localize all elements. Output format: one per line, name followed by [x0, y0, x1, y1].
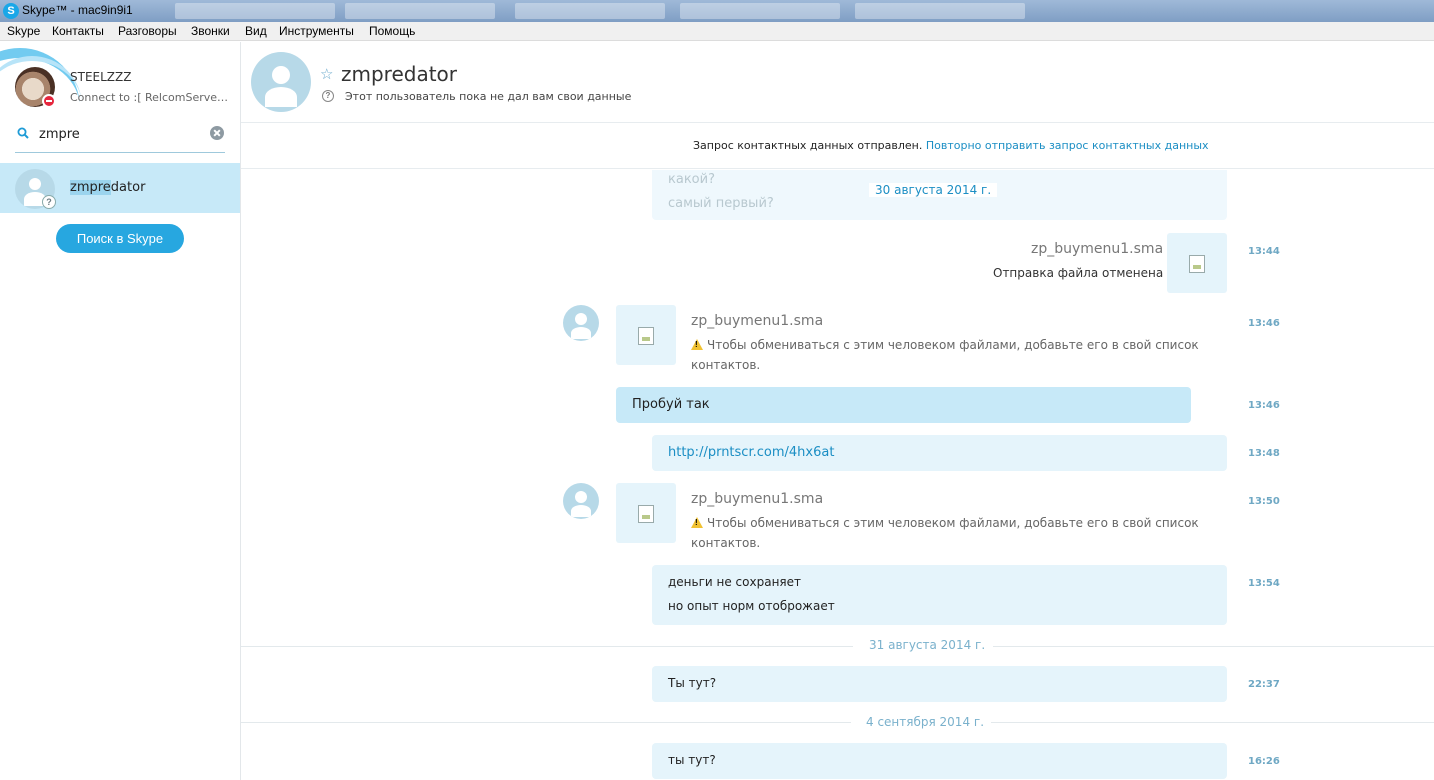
- message-bubble[interactable]: [652, 666, 1227, 702]
- date-divider-line: [241, 646, 853, 647]
- conversation-header: ☆ zmpredator ? Этот пользователь пока не…: [241, 42, 1434, 123]
- menu-tools[interactable]: Инструменты: [279, 24, 354, 38]
- contact-request-bar: Запрос контактных данных отправлен. Повт…: [241, 124, 1434, 169]
- menu-view[interactable]: Вид: [245, 24, 267, 38]
- chat-history: какой? самый первый? 30 августа 2014 г. …: [241, 170, 1434, 780]
- sender-avatar[interactable]: [563, 483, 599, 519]
- clear-search-icon[interactable]: [210, 126, 224, 140]
- request-sent-text: Запрос контактных данных отправлен.: [693, 139, 923, 152]
- date-divider-line: [993, 646, 1434, 647]
- date-divider-line: [991, 722, 1434, 723]
- file-status: Отправка файла отменена: [993, 266, 1164, 280]
- file-warning-note: Чтобы обмениваться с этим человеком файл…: [691, 335, 1211, 375]
- message-time: 13:48: [1248, 448, 1280, 459]
- taskbar-strip: [175, 3, 1434, 19]
- file-doc-icon: [1189, 255, 1205, 273]
- contact-subtitle: Этот пользователь пока не дал вам свои д…: [345, 90, 632, 103]
- warning-icon: [691, 517, 703, 528]
- search-icon: [17, 127, 29, 139]
- search-box: [15, 122, 225, 153]
- window-title-bar: S Skype™ - mac9in9i1: [0, 0, 1434, 22]
- sender-avatar[interactable]: [563, 305, 599, 341]
- menu-calls[interactable]: Звонки: [191, 24, 230, 38]
- message-text-line-1: деньги не сохраняет: [668, 575, 802, 589]
- favorite-star-icon[interactable]: ☆: [320, 65, 333, 83]
- skype-logo-icon: S: [3, 3, 19, 19]
- my-name[interactable]: STEELZZZ: [70, 70, 131, 84]
- message-time: 16:26: [1248, 756, 1280, 767]
- menu-skype[interactable]: Skype: [7, 24, 40, 38]
- message-time: 13:50: [1248, 496, 1280, 507]
- contact-name[interactable]: zmpredator: [341, 62, 457, 86]
- faded-message-1: какой?: [668, 172, 715, 187]
- file-doc-icon: [638, 327, 654, 345]
- unknown-status-icon: ?: [42, 195, 56, 209]
- my-mood-message[interactable]: Connect to :[ RelcomServers.com ]: [70, 91, 230, 104]
- file-name: zp_buymenu1.sma: [691, 491, 824, 507]
- search-result-name: zmpredator: [70, 180, 145, 195]
- resend-request-link[interactable]: Повторно отправить запрос контактных дан…: [926, 139, 1209, 152]
- message-time: 13:46: [1248, 318, 1280, 329]
- conversation-pane: ☆ zmpredator ? Этот пользователь пока не…: [241, 42, 1434, 780]
- message-text: ты тут?: [668, 753, 716, 767]
- file-warning-text: Чтобы обмениваться с этим человеком файл…: [691, 516, 1199, 550]
- search-result-zmpredator[interactable]: ? zmpredator: [0, 163, 240, 213]
- search-result-name-rest: dator: [110, 180, 146, 195]
- help-circle-icon: ?: [322, 90, 334, 102]
- file-name: zp_buymenu1.sma: [691, 313, 824, 329]
- file-name: zp_buymenu1.sma: [1031, 241, 1164, 257]
- message-text: Ты тут?: [668, 676, 717, 690]
- file-thumbnail[interactable]: [1167, 233, 1227, 293]
- warning-icon: [691, 339, 703, 350]
- message-time: 22:37: [1248, 679, 1280, 690]
- message-text-line-2: но опыт норм отоброжает: [668, 599, 835, 613]
- file-thumbnail[interactable]: [616, 305, 676, 365]
- date-divider-line: [241, 722, 851, 723]
- message-text: Пробуй так: [632, 397, 710, 412]
- window-title: Skype™ - mac9in9i1: [22, 3, 133, 17]
- search-skype-button[interactable]: Поиск в Skype: [56, 224, 184, 253]
- message-bubble[interactable]: [652, 743, 1227, 779]
- message-bubble[interactable]: [652, 565, 1227, 625]
- date-separator: 30 августа 2014 г.: [869, 183, 998, 197]
- date-separator: 31 августа 2014 г.: [869, 638, 986, 652]
- message-time: 13:54: [1248, 578, 1280, 589]
- file-warning-note: Чтобы обмениваться с этим человеком файл…: [691, 513, 1211, 553]
- message-link[interactable]: http://prntscr.com/4hx6at: [668, 445, 834, 460]
- contact-avatar-large[interactable]: [251, 52, 311, 112]
- do-not-disturb-status-icon[interactable]: [42, 94, 56, 108]
- date-separator: 4 сентября 2014 г.: [866, 715, 985, 729]
- message-time: 13:46: [1248, 400, 1280, 411]
- file-thumbnail[interactable]: [616, 483, 676, 543]
- menu-conversations[interactable]: Разговоры: [118, 24, 177, 38]
- message-time: 13:44: [1248, 246, 1280, 257]
- file-warning-text: Чтобы обмениваться с этим человеком файл…: [691, 338, 1199, 372]
- menu-help[interactable]: Помощь: [369, 24, 415, 38]
- search-match-highlight: zmpre: [70, 180, 111, 195]
- faded-message-2: самый первый?: [668, 196, 774, 211]
- sidebar: STEELZZZ Connect to :[ RelcomServers.com…: [0, 42, 241, 780]
- file-doc-icon: [638, 505, 654, 523]
- search-input[interactable]: [39, 125, 199, 143]
- menu-contacts[interactable]: Контакты: [52, 24, 104, 38]
- request-text-wrap: Запрос контактных данных отправлен. Повт…: [693, 139, 1209, 152]
- menu-bar: Skype Контакты Разговоры Звонки Вид Инст…: [0, 22, 1434, 41]
